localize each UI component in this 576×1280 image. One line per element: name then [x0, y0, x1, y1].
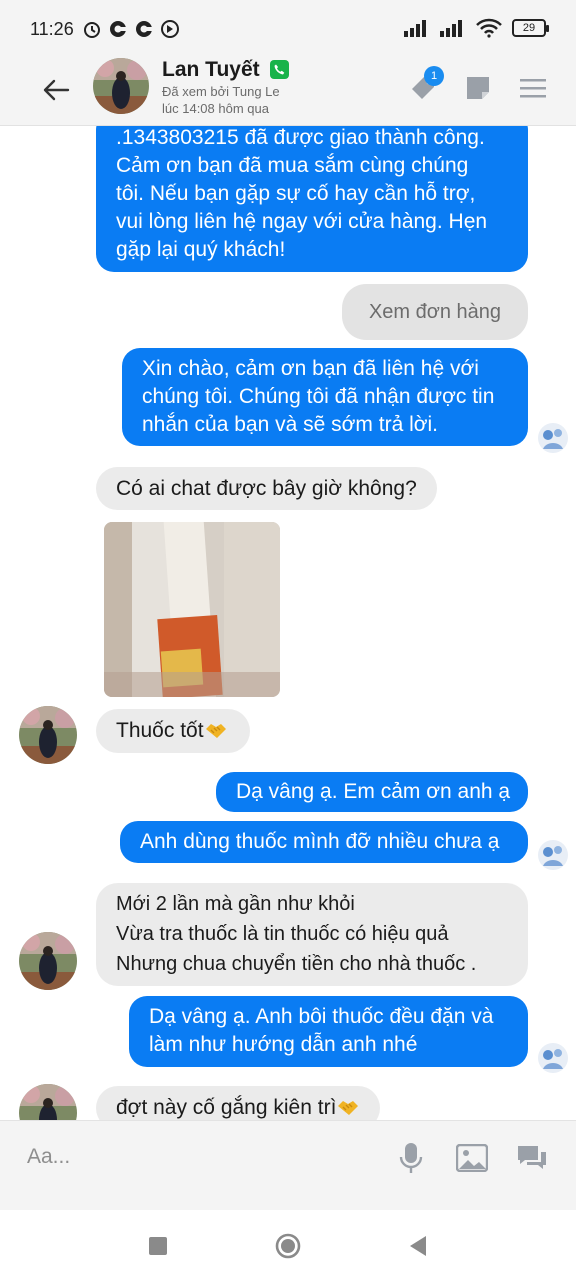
message-line: chúng tôi. Chúng tôi đã nhận được tin: [142, 385, 495, 408]
no-disturb-icon: [161, 20, 179, 38]
home-button[interactable]: [275, 1233, 301, 1259]
message-line: nhắn của bạn và sẽ sớm trả lời.: [142, 413, 439, 436]
contact-avatar[interactable]: [93, 58, 149, 114]
message-incoming[interactable]: đợt này cố gắng kiên trì: [96, 1086, 381, 1120]
square-icon: [149, 1237, 167, 1255]
message-line: làm như hướng dẫn anh nhé: [149, 1033, 418, 1056]
message-line: tôi. Nếu bạn gặp sự cố hay cần hỗ trợ,: [116, 182, 476, 205]
image-icon: [456, 1144, 488, 1172]
message-outgoing[interactable]: Dạ vâng ạ. Em cảm ơn anh ạ: [216, 772, 528, 812]
seen-avatar: [538, 840, 568, 870]
notification-badge: 1: [424, 66, 444, 86]
status-bar: 11:26 29: [0, 0, 576, 56]
message-list[interactable]: .1343803215 đã được giao thành công. Cảm…: [0, 126, 576, 1120]
recent-apps-button[interactable]: [145, 1233, 171, 1259]
message-line: vui lòng liên hệ ngay với cửa hàng. Hẹn: [116, 210, 488, 233]
medicine-box-photo: [104, 522, 280, 697]
status-left-icons: [82, 19, 180, 39]
message-text: Có ai chat được bây giờ không?: [116, 477, 417, 500]
handshake-emoji-icon: [205, 724, 226, 738]
message-text: Anh dùng thuốc mình đỡ nhiều chưa ạ: [140, 830, 500, 853]
note-button[interactable]: [462, 72, 494, 104]
system-nav-bar: [0, 1210, 576, 1280]
seen-avatar: [538, 1043, 568, 1073]
signal-icon: [440, 20, 462, 37]
seen-status: Đã xem bởi Tung Le: [162, 84, 280, 99]
message-outgoing[interactable]: Xin chào, cảm ơn bạn đã liên hệ với chún…: [122, 348, 528, 446]
tag-button[interactable]: 1: [408, 66, 444, 104]
message-input[interactable]: Aa...: [16, 1133, 376, 1193]
alarm-icon: [84, 22, 100, 38]
message-incoming[interactable]: Có ai chat được bây giờ không?: [96, 467, 437, 510]
composer-bar: Aa...: [0, 1120, 576, 1210]
seen-time: lúc 14:08 hôm qua: [162, 101, 269, 116]
handshake-emoji-icon: [338, 1101, 359, 1115]
quick-message-button[interactable]: [515, 1141, 549, 1175]
message-line: Vừa tra thuốc là tin thuốc có hiệu quả: [116, 923, 449, 945]
message-line: Nhưng chua chuyển tiền cho nhà thuốc .: [116, 953, 477, 975]
image-button[interactable]: [455, 1141, 489, 1175]
app-notification-icon: [110, 21, 126, 37]
signal-icon: [404, 20, 426, 37]
message-line: .1343803215 đã được giao thành công.: [116, 126, 485, 149]
chat-header: Lan Tuyết Đã xem bởi Tung Le lúc 14:08 h…: [0, 56, 576, 126]
hamburger-menu-icon: [520, 79, 546, 98]
message-text: Dạ vâng ạ. Em cảm ơn anh ạ: [236, 780, 511, 803]
message-line: gặp lại quý khách!: [116, 238, 286, 261]
chat-bubbles-icon: [518, 1146, 546, 1169]
phone-verified-icon: [270, 60, 289, 79]
avatar-photo: [93, 58, 149, 114]
message-text: Thuốc tốt: [116, 719, 204, 742]
app-notification-icon: [136, 21, 152, 37]
message-line: Cảm ơn bạn đã mua sắm cùng chúng: [116, 154, 469, 177]
menu-button[interactable]: [517, 72, 549, 104]
contact-name: Lan Tuyết: [162, 58, 260, 81]
seen-avatar: [538, 423, 568, 453]
contact-avatar-small[interactable]: [19, 1084, 77, 1120]
voice-button[interactable]: [394, 1141, 428, 1175]
battery-level: 29: [522, 22, 536, 34]
circle-icon: [275, 1233, 301, 1259]
note-icon: [467, 77, 489, 99]
battery-indicator: 29: [512, 19, 549, 37]
status-right-icons: 29: [404, 18, 549, 38]
message-line: Mới 2 lần mà gần như khỏi: [116, 893, 355, 915]
message-outgoing[interactable]: Anh dùng thuốc mình đỡ nhiều chưa ạ: [120, 821, 528, 863]
message-line: Xin chào, cảm ơn bạn đã liên hệ với: [142, 357, 479, 380]
message-incoming[interactable]: Thuốc tốt: [96, 709, 250, 753]
message-outgoing[interactable]: Dạ vâng ạ. Anh bôi thuốc đều đặn và làm …: [129, 996, 528, 1067]
message-line: Dạ vâng ạ. Anh bôi thuốc đều đặn và: [149, 1005, 494, 1028]
contact-avatar-small[interactable]: [19, 706, 77, 764]
system-back-button[interactable]: [405, 1233, 431, 1259]
contact-avatar-small[interactable]: [19, 932, 77, 990]
message-input-placeholder: Aa...: [27, 1145, 71, 1168]
arrow-left-icon: [43, 79, 70, 101]
microphone-icon: [399, 1143, 423, 1173]
back-button[interactable]: [40, 74, 72, 106]
message-outgoing[interactable]: .1343803215 đã được giao thành công. Cảm…: [96, 126, 528, 272]
image-attachment[interactable]: [104, 522, 280, 697]
wifi-icon: [476, 18, 502, 38]
triangle-back-icon: [410, 1236, 426, 1256]
view-order-button[interactable]: Xem đơn hàng: [342, 284, 528, 340]
status-time: 11:26: [30, 19, 74, 39]
message-incoming[interactable]: Mới 2 lần mà gần như khỏi Vừa tra thuốc …: [96, 883, 528, 986]
message-text: đợt này cố gắng kiên trì: [116, 1096, 337, 1119]
